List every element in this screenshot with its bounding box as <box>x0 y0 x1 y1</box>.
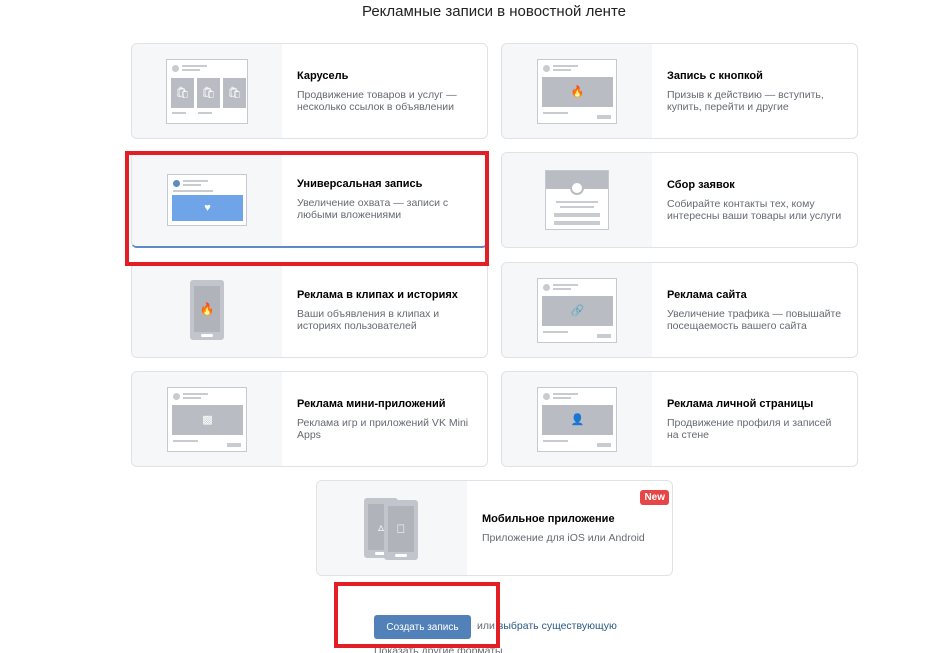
format-card-website[interactable]: 🔗 Реклама сайта Увеличение трафика — пов… <box>501 262 858 358</box>
person-icon: 👤 <box>537 386 617 452</box>
card-thumbnail: 🔥 <box>502 44 652 138</box>
carousel-icon: 🛍 🛍 🛍 <box>166 58 248 124</box>
card-title: Реклама личной страницы <box>667 397 814 410</box>
format-card-carousel[interactable]: 🛍 🛍 🛍 Карусель Продвижение товаров и усл… <box>131 43 488 139</box>
card-thumbnail: ▵  <box>317 481 467 575</box>
card-title: Запись с кнопкой <box>667 69 763 82</box>
new-badge: New <box>640 490 669 505</box>
format-card-lead-form[interactable]: Сбор заявок Собирайте контакты тех, кому… <box>501 152 858 248</box>
page-title: Рекламные записи в новостной ленте <box>361 3 627 20</box>
choose-existing-link[interactable]: выбрать существующую <box>498 620 617 632</box>
card-description: Призыв к действию — вступить, купить, пе… <box>667 88 824 113</box>
card-thumbnail: 🔗 <box>502 263 652 357</box>
format-card-personal-page[interactable]: 👤 Реклама личной страницы Продвижение пр… <box>501 371 858 467</box>
card-title: Сбор заявок <box>667 178 735 191</box>
card-title: Карусель <box>297 69 349 82</box>
card-description: Реклама игр и приложений VK Mini Apps <box>297 416 469 441</box>
card-description: Увеличение трафика — повышайте посещаемо… <box>667 307 842 332</box>
or-label: или <box>477 620 495 632</box>
heart-icon: ♥ <box>167 173 247 226</box>
card-description: Ваши объявления в клипах и историях поль… <box>297 307 440 332</box>
card-title: Универсальная запись <box>297 178 423 190</box>
format-card-button-post[interactable]: 🔥 Запись с кнопкой Призыв к действию — в… <box>501 43 858 139</box>
card-title: Реклама мини-приложений <box>297 397 446 410</box>
link-icon: 🔗 <box>537 277 617 343</box>
format-card-universal[interactable]: ♥ Универсальная запись Увеличение охвата… <box>131 152 488 248</box>
card-description: Продвижение профиля и записей на стене <box>667 416 832 441</box>
create-post-button[interactable]: Создать запись <box>374 615 471 639</box>
phone-apps-icon: ▵  <box>364 498 420 560</box>
other-formats-link[interactable]: Показать другие форматы <box>374 645 503 653</box>
fire-icon: 🔥 <box>190 280 224 340</box>
card-thumbnail: 🔥 <box>132 263 282 357</box>
choose-existing-text: или выбрать существующую <box>477 620 617 632</box>
card-thumbnail: 🛍 🛍 🛍 <box>132 44 282 138</box>
card-description: Продвижение товаров и услуг — несколько … <box>297 88 457 113</box>
card-thumbnail: ♥ <box>132 153 282 246</box>
format-card-mini-apps[interactable]: ▩ Реклама мини-приложений Реклама игр и … <box>131 371 488 467</box>
card-description: Увеличение охвата — записи с любыми влож… <box>297 197 449 221</box>
card-title: Реклама в клипах и историях <box>297 288 458 301</box>
card-description: Приложение для iOS или Android <box>482 531 645 544</box>
format-card-clips-stories[interactable]: 🔥 Реклама в клипах и историях Ваши объяв… <box>131 262 488 358</box>
form-icon <box>545 170 609 230</box>
card-description: Собирайте контакты тех, кому интересны в… <box>667 197 842 222</box>
apps-icon: ▩ <box>167 386 247 452</box>
fire-icon: 🔥 <box>537 58 617 124</box>
card-thumbnail <box>502 153 652 247</box>
card-title: Мобильное приложение <box>482 512 615 525</box>
format-card-mobile-app[interactable]: ▵  Мобильное приложение Приложение для … <box>316 480 673 576</box>
card-thumbnail: ▩ <box>132 372 282 466</box>
card-title: Реклама сайта <box>667 288 747 301</box>
card-thumbnail: 👤 <box>502 372 652 466</box>
